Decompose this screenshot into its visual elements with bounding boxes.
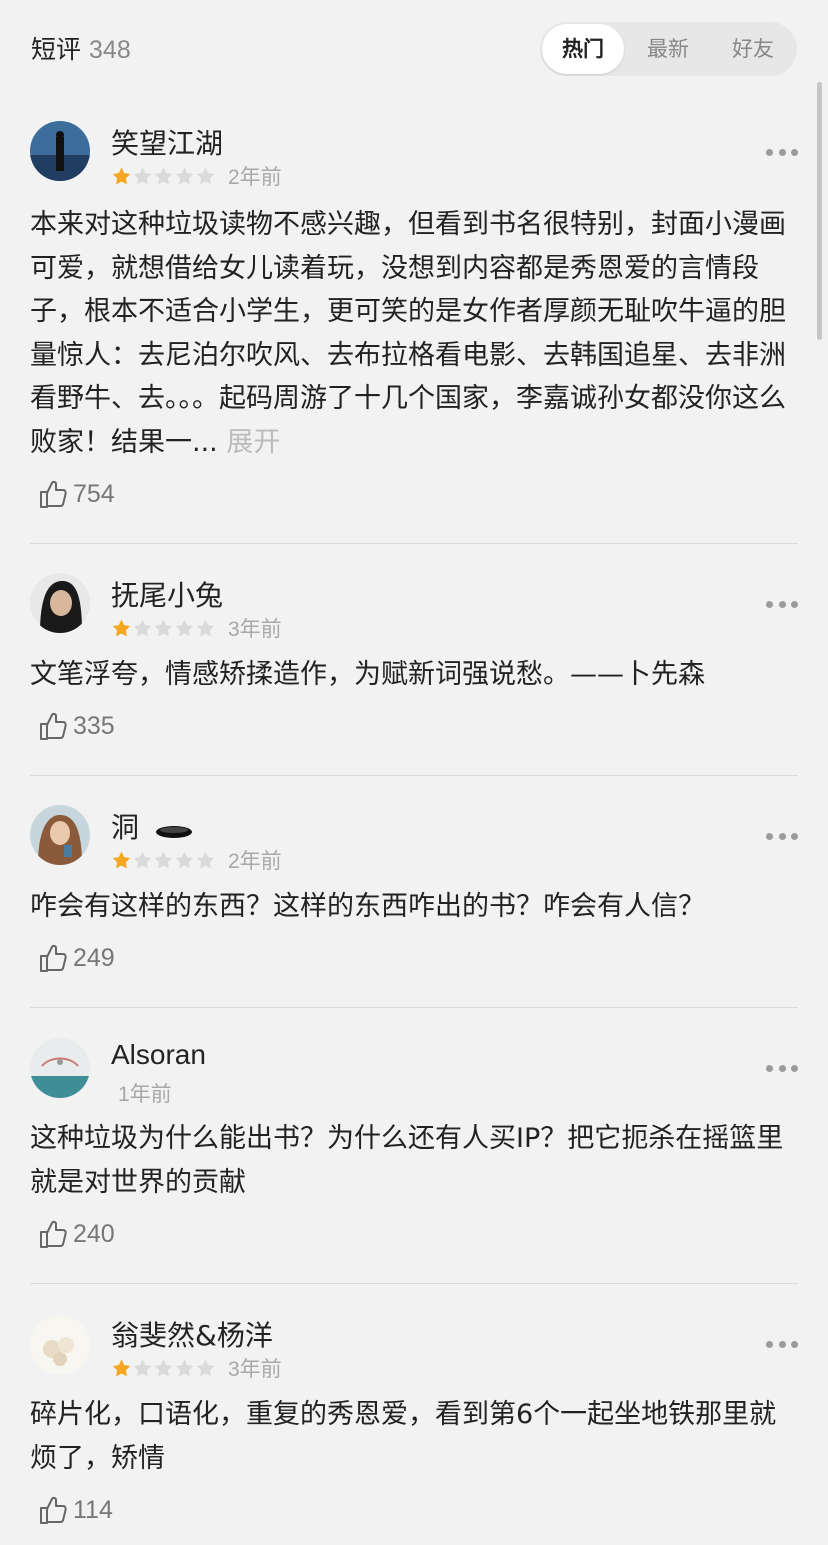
divider (30, 1007, 798, 1008)
like-button[interactable]: 754 (39, 478, 115, 510)
star-empty-icon (174, 1358, 195, 1379)
star-empty-icon (153, 166, 174, 187)
more-options-icon[interactable] (766, 1063, 798, 1073)
star-empty-icon (132, 166, 153, 187)
star-rating (111, 1358, 216, 1379)
rating-row: 3年前 (111, 1355, 282, 1381)
rating-row: 3年前 (111, 615, 282, 641)
tab-latest[interactable]: 最新 (626, 22, 710, 76)
username[interactable]: 笑望江湖 (111, 122, 223, 162)
section-title-label: 短评 (31, 35, 82, 64)
more-options-icon[interactable] (766, 831, 798, 841)
review-time: 3年前 (228, 1358, 282, 1381)
tab-friends[interactable]: 好友 (711, 22, 795, 76)
username[interactable]: Alsoran (111, 1039, 206, 1071)
star-empty-icon (195, 166, 216, 187)
review-text: 咋会有这样的东西？这样的东西咋出的书？咋会有人信？ (30, 891, 705, 922)
star-rating (111, 618, 216, 639)
username[interactable]: 洞 (111, 806, 194, 846)
divider (30, 1283, 798, 1284)
star-empty-icon (195, 1358, 216, 1379)
star-empty-icon (153, 850, 174, 871)
like-count: 240 (73, 1219, 115, 1248)
username[interactable]: 抚尾小兔 (111, 574, 223, 614)
review-text: 这种垃圾为什么能出书？为什么还有人买IP？把它扼杀在摇篮里就是对世界的贡献 (30, 1123, 784, 1198)
avatar[interactable] (30, 1038, 90, 1098)
star-empty-icon (153, 618, 174, 639)
star-empty-icon (132, 618, 153, 639)
avatar[interactable] (30, 573, 90, 633)
star-empty-icon (153, 1358, 174, 1379)
like-button[interactable]: 114 (39, 1494, 113, 1526)
like-count: 114 (73, 1495, 113, 1524)
review-count: 348 (89, 36, 131, 64)
review-text-content: 本来对这种垃圾读物不感兴趣，但看到书名很特别，封面小漫画可爱，就想借给女儿读着玩… (30, 209, 786, 458)
avatar[interactable] (30, 1315, 90, 1375)
star-filled-icon (111, 850, 132, 871)
more-options-icon[interactable] (766, 147, 798, 157)
review-text: 碎片化，口语化，重复的秀恩爱，看到第6个一起坐地铁那里就烦了，矫情 (30, 1399, 777, 1474)
star-filled-icon (111, 618, 132, 639)
star-rating (111, 166, 216, 187)
star-empty-icon (195, 618, 216, 639)
thumbs-up-icon (40, 1220, 67, 1248)
like-count: 335 (73, 711, 115, 740)
thumbs-up-icon (40, 480, 67, 508)
like-button[interactable]: 249 (39, 942, 115, 974)
avatar[interactable] (30, 805, 90, 865)
section-title: 短评 348 (31, 30, 131, 66)
star-filled-icon (111, 1358, 132, 1379)
star-empty-icon (132, 850, 153, 871)
thumbs-up-icon (40, 1496, 67, 1524)
tab-hot[interactable]: 热门 (542, 24, 624, 74)
more-options-icon[interactable] (766, 599, 798, 609)
star-empty-icon (174, 166, 195, 187)
username-text: 洞 (111, 811, 140, 844)
rating-row: 2年前 (111, 847, 282, 873)
thumbs-up-icon (40, 944, 67, 972)
thumbs-up-icon (40, 712, 67, 740)
username[interactable]: 翁斐然&杨洋 (111, 1314, 273, 1354)
review-time: 2年前 (228, 166, 282, 189)
like-count: 249 (73, 943, 115, 972)
star-filled-icon (111, 166, 132, 187)
more-options-icon[interactable] (766, 1339, 798, 1349)
star-rating (111, 850, 216, 871)
star-empty-icon (132, 1358, 153, 1379)
like-button[interactable]: 240 (39, 1218, 115, 1250)
avatar[interactable] (30, 121, 90, 181)
review-time: 1年前 (118, 1083, 172, 1106)
like-count: 754 (73, 479, 115, 508)
like-button[interactable]: 335 (39, 710, 115, 742)
star-empty-icon (174, 850, 195, 871)
rating-row: 1年前 (111, 1080, 172, 1106)
divider (30, 543, 798, 544)
reviews-header: 短评 348 热门 最新 好友 (0, 0, 828, 96)
sort-tabs: 热门 最新 好友 (540, 22, 797, 76)
review-time: 2年前 (228, 850, 282, 873)
review-text: 文笔浮夸，情感矫揉造作，为赋新词强说愁。——卜先森 (30, 659, 705, 690)
scrollbar[interactable] (817, 82, 822, 340)
review-text: 本来对这种垃圾读物不感兴趣，但看到书名很特别，封面小漫画可爱，就想借给女儿读着玩… (30, 203, 800, 464)
divider (30, 775, 798, 776)
black-hole-icon (155, 826, 192, 838)
expand-link[interactable]: 展开 (226, 427, 280, 458)
star-empty-icon (195, 850, 216, 871)
review-time: 3年前 (228, 618, 282, 641)
star-empty-icon (174, 618, 195, 639)
rating-row: 2年前 (111, 163, 282, 189)
